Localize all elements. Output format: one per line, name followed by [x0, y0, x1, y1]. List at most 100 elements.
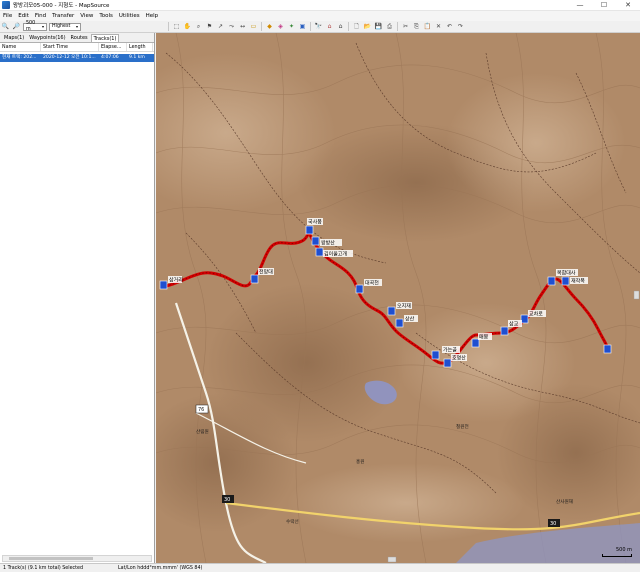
- map-place-label: 수락선: [286, 518, 299, 525]
- route-tool-icon[interactable]: ↗: [216, 22, 225, 31]
- window-title: 왕방괴모05-000 - 지형도 - MapSource: [13, 3, 110, 9]
- waypoint-label: 교차로: [529, 311, 543, 318]
- waypoint-label: 삼교: [509, 321, 519, 328]
- close-button[interactable]: ✕: [616, 0, 640, 11]
- paste-icon[interactable]: 📋: [423, 22, 432, 31]
- copy-icon[interactable]: ⎘: [412, 22, 421, 31]
- zoom-level-value: 500 m: [26, 20, 36, 32]
- status-coordinate-format: Lat/Lon hddd°mm.mmm' (WGS 84): [118, 565, 203, 571]
- horizontal-scrollbar[interactable]: [2, 555, 152, 562]
- tab-waypoints[interactable]: Waypoints(16): [27, 34, 67, 42]
- toolbar: 🔍 🔎 500 m ▾ Highest ▾ ⬚ ✋ ⌕ ⚑ ↗ ⤳ ↔ ▭ ◆ ◈ …: [0, 21, 640, 33]
- waypoint-flag-icon[interactable]: [443, 358, 452, 368]
- track-length: 9.1 km: [129, 55, 145, 60]
- menu-tools[interactable]: Tools: [99, 13, 113, 19]
- map-select-icon[interactable]: ▣: [298, 22, 307, 31]
- find-address-icon[interactable]: ⌂: [325, 22, 334, 31]
- road-number: 76: [198, 407, 204, 413]
- waypoint-flag-icon[interactable]: [250, 274, 259, 284]
- select-tool-icon[interactable]: ⬚: [172, 22, 181, 31]
- toolbar-separator: [310, 22, 311, 31]
- waypoint-flag-icon[interactable]: [355, 284, 364, 294]
- map-place-label: 산림원: [196, 428, 209, 435]
- detail-level-select[interactable]: Highest ▾: [49, 22, 81, 31]
- cut-icon[interactable]: ✂: [401, 22, 410, 31]
- open-folder-icon[interactable]: 📂: [363, 22, 372, 31]
- column-header-start-time[interactable]: Start Time: [41, 43, 99, 51]
- tab-tracks[interactable]: Tracks(1): [90, 34, 120, 42]
- minimize-button[interactable]: —: [568, 0, 592, 11]
- menu-view[interactable]: View: [80, 13, 93, 19]
- waypoint-flag-icon[interactable]: [471, 338, 480, 348]
- distance-tool-icon[interactable]: ↔: [238, 22, 247, 31]
- undo-icon[interactable]: ↶: [445, 22, 454, 31]
- hand-tool-icon[interactable]: ✋: [183, 22, 192, 31]
- waypoint-flag-icon[interactable]: [387, 306, 396, 316]
- track-table-header: Name Start Time Elapse... Length: [0, 43, 154, 52]
- track-elapsed: 4:07:06: [101, 55, 119, 60]
- track-start-time: 2020-12-12 오전 10:1...: [43, 55, 96, 60]
- save-icon[interactable]: 💾: [374, 22, 383, 31]
- map-product-icon[interactable]: ◆: [265, 22, 274, 31]
- data-panel: Maps(1) Waypoints(16) Routes Tracks(1) N…: [0, 33, 155, 563]
- waypoint-label: 매봉: [479, 334, 489, 341]
- waypoint-flag-icon[interactable]: [305, 225, 314, 235]
- column-header-elapsed[interactable]: Elapse...: [99, 43, 127, 51]
- waypoint-flag-icon[interactable]: [431, 350, 440, 360]
- maximize-button[interactable]: ☐: [592, 0, 616, 11]
- print-icon[interactable]: ⎙: [385, 22, 394, 31]
- menu-help[interactable]: Help: [146, 13, 159, 19]
- menu-find[interactable]: Find: [35, 13, 46, 19]
- ruler-icon[interactable]: ▭: [249, 22, 258, 31]
- map-scale: 500 m: [602, 547, 632, 557]
- waypoint-flag-icon[interactable]: [547, 276, 556, 286]
- scrollbar-thumb[interactable]: [9, 557, 93, 560]
- track-tool-icon[interactable]: ⤳: [227, 22, 236, 31]
- map-overlay-icon[interactable]: ◈: [276, 22, 285, 31]
- waypoint-flag-icon[interactable]: [159, 280, 168, 290]
- waypoint-label: 국사봉: [308, 219, 322, 226]
- panel-tabs: Maps(1) Waypoints(16) Routes Tracks(1): [0, 33, 154, 43]
- waypoint-label: 가는골: [443, 347, 457, 354]
- tab-maps[interactable]: Maps(1): [2, 34, 26, 42]
- waypoint-flag-icon[interactable]: [395, 318, 404, 328]
- table-row[interactable]: 현재 트랙: 202... 2020-12-12 오전 10:1... 4:07…: [0, 54, 154, 62]
- toolbar-separator: [397, 22, 398, 31]
- map-place-label: 철원전: [456, 423, 469, 430]
- menu-edit[interactable]: Edit: [18, 13, 29, 19]
- map-scale-bar: [602, 554, 632, 557]
- zoom-out-icon[interactable]: 🔎: [12, 22, 21, 31]
- find-places-icon[interactable]: ⌂: [336, 22, 345, 31]
- zoom-tool-icon[interactable]: ⌕: [194, 22, 203, 31]
- zoom-in-icon[interactable]: 🔍: [1, 22, 10, 31]
- map-scroll-indicator[interactable]: [633, 290, 640, 300]
- map-view[interactable]: 삼거리 전망대 국사봉 왕방산 깊이울고개 대곡천 오지재 상산 가는골 호명산: [156, 33, 640, 563]
- waypoint-flag-icon[interactable]: [520, 314, 529, 324]
- column-header-length[interactable]: Length: [127, 43, 153, 51]
- new-file-icon[interactable]: 🗋: [352, 22, 361, 31]
- delete-icon[interactable]: ✕: [434, 22, 443, 31]
- column-header-name[interactable]: Name: [0, 43, 41, 51]
- waypoint-flag-icon[interactable]: [603, 344, 612, 354]
- waypoint-label: 삼거리: [169, 277, 183, 284]
- waypoint-label: 재작목: [571, 278, 585, 285]
- waypoint-label: 왕방산: [321, 240, 335, 247]
- chevron-down-icon: ▾: [75, 23, 78, 29]
- menu-utilities[interactable]: Utilities: [119, 13, 140, 19]
- zoom-level-select[interactable]: 500 m ▾: [23, 20, 47, 32]
- topographic-map[interactable]: 삼거리 전망대 국사봉 왕방산 깊이울고개 대곡천 오지재 상산 가는골 호명산: [156, 33, 640, 563]
- waypoint-flag-icon[interactable]: [500, 326, 509, 336]
- menu-file[interactable]: File: [3, 13, 12, 19]
- find-icon[interactable]: 🔭: [314, 22, 323, 31]
- waypoint-flag-icon[interactable]: [561, 276, 570, 286]
- map-scroll-indicator[interactable]: [387, 556, 397, 563]
- waypoint-flag-icon[interactable]: [315, 247, 324, 257]
- detail-level-value: Highest: [52, 23, 71, 29]
- redo-icon[interactable]: ↷: [456, 22, 465, 31]
- waypoint-tool-icon[interactable]: ⚑: [205, 22, 214, 31]
- waypoint-flag-icon[interactable]: [311, 236, 320, 246]
- tab-routes[interactable]: Routes: [69, 34, 90, 42]
- map-detail-icon[interactable]: ✦: [287, 22, 296, 31]
- menu-bar: File Edit Find Transfer View Tools Utili…: [0, 11, 640, 21]
- menu-transfer[interactable]: Transfer: [52, 13, 74, 19]
